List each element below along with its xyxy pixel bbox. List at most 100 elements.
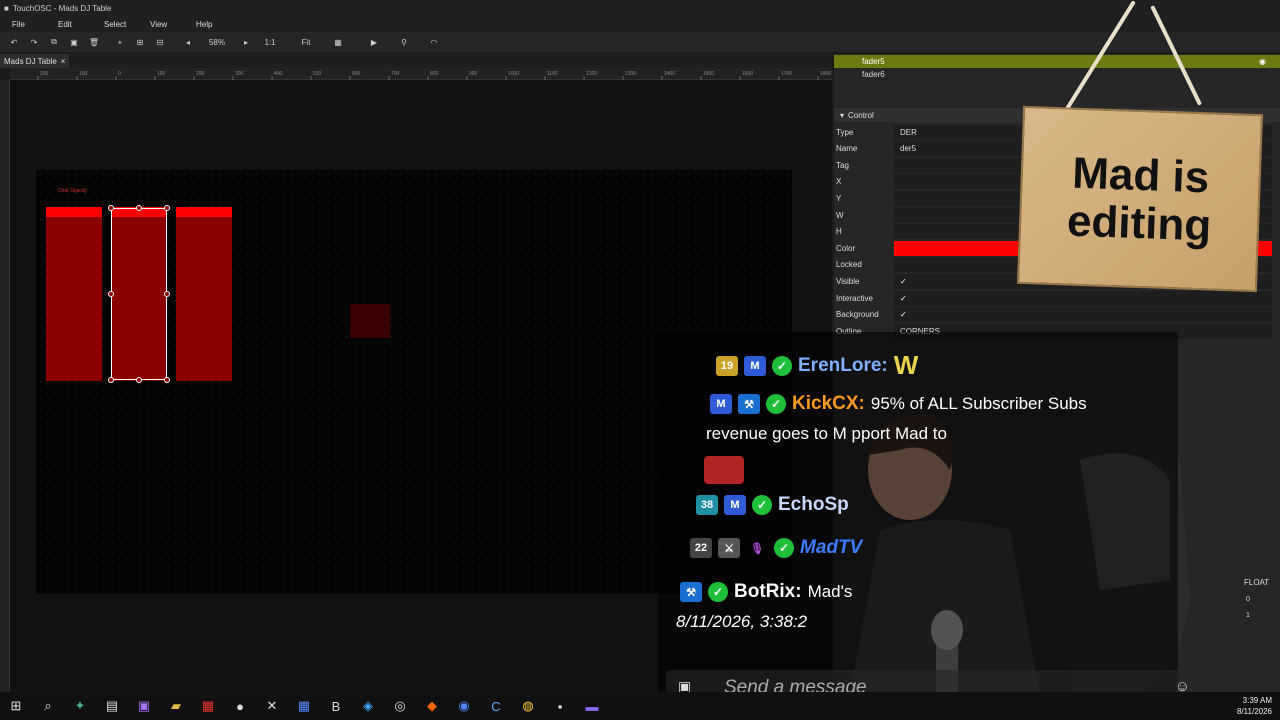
float-min-value: 0 bbox=[1246, 596, 1250, 603]
property-label: X bbox=[836, 177, 842, 187]
app-icon[interactable]: ● bbox=[229, 695, 251, 717]
resize-handle[interactable] bbox=[108, 291, 114, 297]
group-icon[interactable]: ⊞ bbox=[132, 34, 148, 50]
taskbar: ⊞ ⌕ ✦ ▤ ▣ ▰ ▦ ● ✕ ▦ B ◈ ◎ ◆ ◉ C ◍ ▪ ▬ 3:… bbox=[0, 692, 1280, 720]
menu-view[interactable]: View bbox=[138, 20, 184, 29]
zoom-1to1-button[interactable]: 1:1 bbox=[258, 34, 282, 50]
app-icon[interactable]: ▤ bbox=[101, 695, 123, 717]
resize-handle[interactable] bbox=[136, 377, 142, 383]
property-value-text: DER bbox=[900, 127, 917, 137]
menu-select[interactable]: Select bbox=[92, 20, 138, 29]
ruler-tick-label: 700 bbox=[391, 71, 400, 77]
copy-icon[interactable]: ⧉ bbox=[46, 34, 62, 50]
ruler-tick-label: 300 bbox=[235, 71, 244, 77]
hammer-icon: ⚒ bbox=[680, 582, 702, 602]
tab-label: Mads DJ Table bbox=[4, 56, 57, 66]
mic-icon: 🎙 bbox=[750, 542, 764, 555]
fader-6[interactable] bbox=[176, 207, 232, 381]
property-label: W bbox=[836, 210, 844, 220]
add-icon[interactable]: + bbox=[112, 34, 128, 50]
app-icon[interactable]: ✕ bbox=[261, 695, 283, 717]
start-icon[interactable]: ⊞ bbox=[5, 695, 27, 717]
search-icon[interactable]: ⌕ bbox=[37, 695, 59, 717]
delete-icon[interactable]: 🗑 bbox=[86, 34, 102, 50]
ruler-tick-label: 900 bbox=[469, 71, 478, 77]
app-icon[interactable]: ✦ bbox=[69, 695, 91, 717]
property-label: H bbox=[836, 227, 842, 237]
app-icon[interactable]: ▣ bbox=[133, 695, 155, 717]
ruler-tick-label: 100 bbox=[79, 71, 88, 77]
zoom-in-icon[interactable]: ▸ bbox=[238, 34, 254, 50]
menu-edit[interactable]: Edit bbox=[46, 20, 92, 29]
clock-date: 8/11/2026 bbox=[1237, 707, 1272, 716]
ruler-tick-label: 200 bbox=[196, 71, 205, 77]
emote-icon bbox=[704, 456, 744, 484]
property-label: Visible bbox=[836, 276, 860, 286]
app-icon[interactable]: ▦ bbox=[293, 695, 315, 717]
app-icon[interactable]: C bbox=[485, 695, 507, 717]
clock[interactable]: 3:39 AM 8/11/2026 bbox=[1237, 695, 1272, 717]
menu-help[interactable]: Help bbox=[184, 20, 230, 29]
resize-handle[interactable] bbox=[108, 205, 114, 211]
ruler-tick-label: 600 bbox=[352, 71, 361, 77]
ungroup-icon[interactable]: ⊟ bbox=[152, 34, 168, 50]
tree-item-fader5[interactable]: fader5 ◉ bbox=[834, 55, 1280, 68]
app-icon[interactable]: ▪ bbox=[549, 695, 571, 717]
property-value-text: der5 bbox=[900, 144, 917, 154]
property-label: Type bbox=[836, 127, 854, 137]
chat-username: MadTV bbox=[800, 537, 863, 558]
ruler-tick-label: 1800 bbox=[820, 71, 831, 77]
app-icon[interactable]: B bbox=[325, 695, 347, 717]
redo-icon[interactable]: ↷ bbox=[26, 34, 42, 50]
chrome-icon[interactable]: ◍ bbox=[517, 695, 539, 717]
sub-badge: 38 bbox=[696, 495, 718, 515]
app-icon[interactable]: ▦ bbox=[197, 695, 219, 717]
property-value-text: ✓ bbox=[900, 293, 907, 303]
zoom-out-icon[interactable]: ◂ bbox=[180, 34, 196, 50]
folder-icon[interactable]: ▰ bbox=[165, 695, 187, 717]
resize-handle[interactable] bbox=[164, 377, 170, 383]
fader-4[interactable] bbox=[46, 207, 102, 381]
property-row: Background ✓ bbox=[834, 307, 1280, 323]
property-value[interactable]: ✓ bbox=[894, 290, 1272, 306]
app-icon[interactable]: ▬ bbox=[581, 695, 603, 717]
tree-item-fader6[interactable]: fader6 bbox=[834, 68, 1280, 81]
chat-text: W bbox=[893, 350, 919, 380]
menu-file[interactable]: File bbox=[0, 20, 46, 29]
document-tab[interactable]: Mads DJ Table × bbox=[0, 54, 70, 68]
zoom-fit-button[interactable]: Fit bbox=[286, 34, 326, 50]
chat-username: EchoSp bbox=[778, 494, 849, 515]
app-icon[interactable]: ◎ bbox=[389, 695, 411, 717]
wifi-icon[interactable]: ◠ bbox=[426, 34, 442, 50]
link-icon[interactable]: ⚲ bbox=[396, 34, 412, 50]
selection-box[interactable] bbox=[111, 208, 167, 380]
property-value-text: ✓ bbox=[900, 310, 907, 320]
grid-icon[interactable]: ▦ bbox=[330, 34, 346, 50]
property-value[interactable]: ✓ bbox=[894, 307, 1272, 323]
ruler-tick-label: 1000 bbox=[508, 71, 519, 77]
undo-icon[interactable]: ↶ bbox=[6, 34, 22, 50]
property-label: Color bbox=[836, 243, 856, 253]
play-icon[interactable]: ▶ bbox=[366, 34, 382, 50]
small-button-control[interactable] bbox=[350, 304, 390, 338]
chat-message: M ⚒ ✓ KickCX: 95% of ALL Subscriber Subs bbox=[710, 393, 1087, 415]
chevron-down-icon: ▾ bbox=[840, 110, 845, 120]
close-icon[interactable]: × bbox=[61, 57, 66, 66]
verified-icon: ✓ bbox=[774, 538, 794, 558]
resize-handle[interactable] bbox=[164, 291, 170, 297]
hammer-icon: ⚒ bbox=[738, 394, 760, 414]
ruler-tick-label: 1500 bbox=[703, 71, 714, 77]
chat-overlay bbox=[658, 332, 1178, 720]
sub-badge: 22 bbox=[690, 538, 712, 558]
resize-handle[interactable] bbox=[164, 205, 170, 211]
paste-icon[interactable]: ▣ bbox=[66, 34, 82, 50]
resize-handle[interactable] bbox=[136, 205, 142, 211]
ruler-tick-label: 400 bbox=[274, 71, 283, 77]
app-icon[interactable]: ◈ bbox=[357, 695, 379, 717]
chat-username: ErenLore: bbox=[798, 354, 888, 376]
browser-icon[interactable]: ◆ bbox=[421, 695, 443, 717]
resize-handle[interactable] bbox=[108, 377, 114, 383]
app-icon[interactable]: ◉ bbox=[453, 695, 475, 717]
chat-timestamp: 8/11/2026, 3:38:2 bbox=[676, 612, 808, 631]
eye-icon[interactable]: ◉ bbox=[1259, 57, 1266, 66]
